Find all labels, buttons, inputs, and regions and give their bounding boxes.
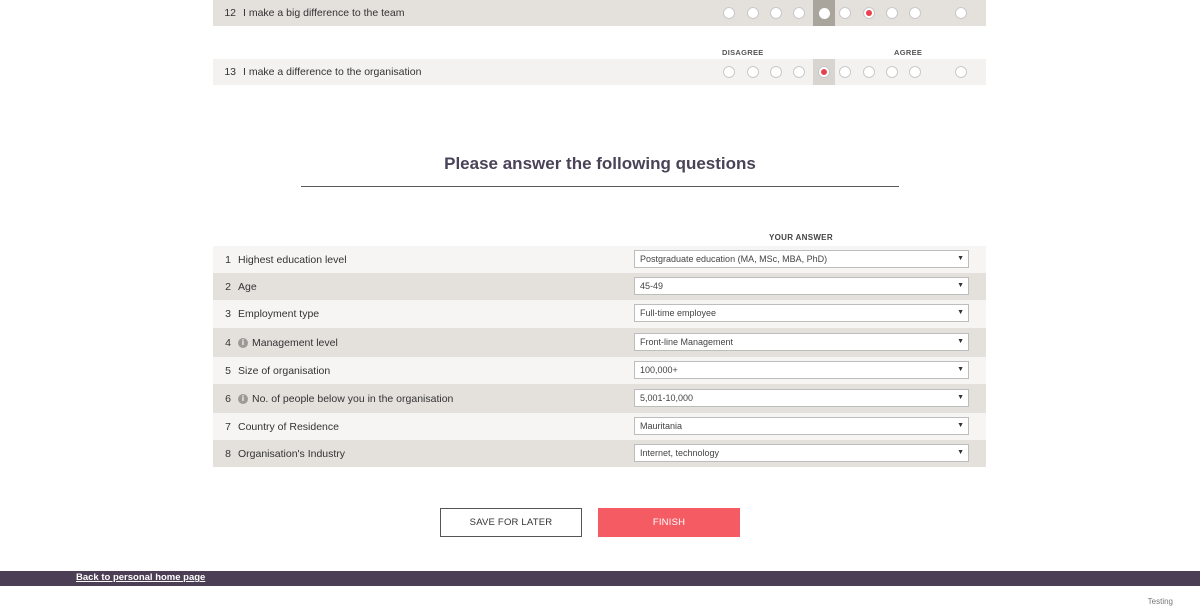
country-select[interactable]: Mauritania ▼: [634, 417, 969, 435]
question-row-8: 8 Organisation's Industry Internet, tech…: [213, 440, 986, 467]
select-value: Front-line Management: [640, 337, 734, 347]
question-number-text: 4: [225, 336, 231, 349]
question-number: 1: [225, 253, 231, 266]
question-label-wrap: i No. of people below you in the organis…: [238, 393, 453, 405]
industry-select[interactable]: Internet, technology ▼: [634, 444, 969, 462]
select-value: Mauritania: [640, 421, 683, 431]
info-icon[interactable]: i: [238, 337, 248, 348]
question-label-wrap: i Management level: [238, 337, 338, 349]
select-value: 45-49: [640, 281, 664, 291]
rating-radio-4[interactable]: [793, 66, 805, 78]
finish-button[interactable]: FINISH: [598, 508, 740, 537]
scale-disagree-label: DISAGREE: [722, 48, 764, 57]
question-number: 4: [213, 337, 238, 349]
question-number: 13: [224, 66, 236, 78]
rating-radio-8[interactable]: [886, 7, 898, 19]
question-number: 12: [224, 7, 236, 19]
select-value: Full-time employee: [640, 308, 717, 318]
people-below-select[interactable]: 5,001-10,000 ▼: [634, 389, 969, 407]
dropdown-arrow-icon: ▼: [957, 255, 964, 262]
rating-radio-3[interactable]: [770, 7, 782, 19]
rating-radio-7[interactable]: [863, 66, 875, 78]
dropdown-arrow-icon: ▼: [957, 422, 964, 429]
dropdown-arrow-icon: ▼: [957, 394, 964, 401]
rating-radio-1[interactable]: [723, 7, 735, 19]
back-to-home-link[interactable]: Back to personal home page: [76, 572, 205, 583]
question-number: 3: [225, 308, 231, 320]
rating-radio-9[interactable]: [909, 7, 921, 19]
rating-radio-1[interactable]: [723, 66, 735, 78]
employment-type-select[interactable]: Full-time employee ▼: [634, 304, 969, 322]
question-label: Organisation's Industry: [238, 447, 346, 460]
rating-radio-na[interactable]: [955, 7, 967, 19]
rating-radio-na[interactable]: [955, 66, 967, 78]
rating-radio-5-selected[interactable]: [818, 66, 830, 78]
question-number: 6: [213, 393, 238, 405]
rating-row-12: 12 I make a big difference to the team: [213, 0, 986, 26]
question-row-7: 7 Country of Residence Mauritania ▼: [213, 413, 986, 440]
question-label: Management level: [252, 336, 338, 349]
answer-column-header: YOUR ANSWER: [769, 233, 833, 242]
scale-agree-label: AGREE: [894, 48, 923, 57]
select-value: 100,000+: [640, 365, 678, 375]
question-label: Age: [238, 280, 257, 293]
rating-radio-5-selected[interactable]: [818, 7, 830, 19]
dropdown-arrow-icon: ▼: [957, 309, 964, 316]
rating-row-13: 13 I make a difference to the organisati…: [213, 59, 986, 85]
age-select[interactable]: 45-49 ▼: [634, 277, 969, 295]
footer-bar: Back to personal home page: [0, 571, 1200, 586]
footer-note: Testing: [1147, 597, 1173, 606]
organisation-size-select[interactable]: 100,000+ ▼: [634, 361, 969, 379]
management-level-select[interactable]: Front-line Management ▼: [634, 333, 969, 351]
info-icon[interactable]: i: [238, 393, 248, 404]
rating-radio-2[interactable]: [747, 66, 759, 78]
question-row-4: 4 i Management level Front-line Manageme…: [213, 328, 986, 357]
rating-radio-3[interactable]: [770, 66, 782, 78]
question-number: 8: [225, 447, 231, 460]
rating-radio-9[interactable]: [909, 66, 921, 78]
question-row-2: 2 Age 45-49 ▼: [213, 273, 986, 300]
rating-radio-7[interactable]: [863, 7, 875, 19]
rating-radio-6[interactable]: [839, 66, 851, 78]
question-row-5: 5 Size of organisation 100,000+ ▼: [213, 357, 986, 384]
select-value: 5,001-10,000: [640, 393, 694, 403]
rating-radio-2[interactable]: [747, 7, 759, 19]
section-title: Please answer the following questions: [444, 154, 756, 173]
dropdown-arrow-icon: ▼: [957, 449, 964, 456]
rating-radio-4[interactable]: [793, 7, 805, 19]
question-label: Employment type: [238, 308, 320, 320]
rating-radio-8[interactable]: [886, 66, 898, 78]
question-row-1: 1 Highest education level Postgraduate e…: [213, 246, 986, 273]
question-label: Country of Residence: [238, 420, 339, 433]
section-divider: [301, 186, 899, 187]
question-label: No. of people below you in the organisat…: [252, 392, 454, 405]
dropdown-arrow-icon: ▼: [957, 366, 964, 373]
select-value: Postgraduate education (MA, MSc, MBA, Ph…: [640, 254, 828, 264]
question-number: 7: [225, 420, 231, 433]
dropdown-arrow-icon: ▼: [957, 338, 964, 345]
question-number: 2: [225, 280, 231, 293]
education-select[interactable]: Postgraduate education (MA, MSc, MBA, Ph…: [634, 250, 969, 268]
question-row-6: 6 i No. of people below you in the organ…: [213, 384, 986, 413]
dropdown-arrow-icon: ▼: [957, 282, 964, 289]
question-row-3: 3 Employment type Full-time employee ▼: [213, 300, 986, 328]
question-number-text: 6: [225, 392, 231, 405]
rating-radio-6[interactable]: [839, 7, 851, 19]
question-label: Highest education level: [238, 253, 347, 266]
survey-page: 12 I make a big difference to the team D…: [0, 0, 1200, 606]
question-number: 5: [225, 364, 231, 377]
save-for-later-button[interactable]: SAVE FOR LATER: [440, 508, 582, 537]
select-value: Internet, technology: [640, 448, 720, 458]
question-label: Size of organisation: [238, 364, 331, 377]
